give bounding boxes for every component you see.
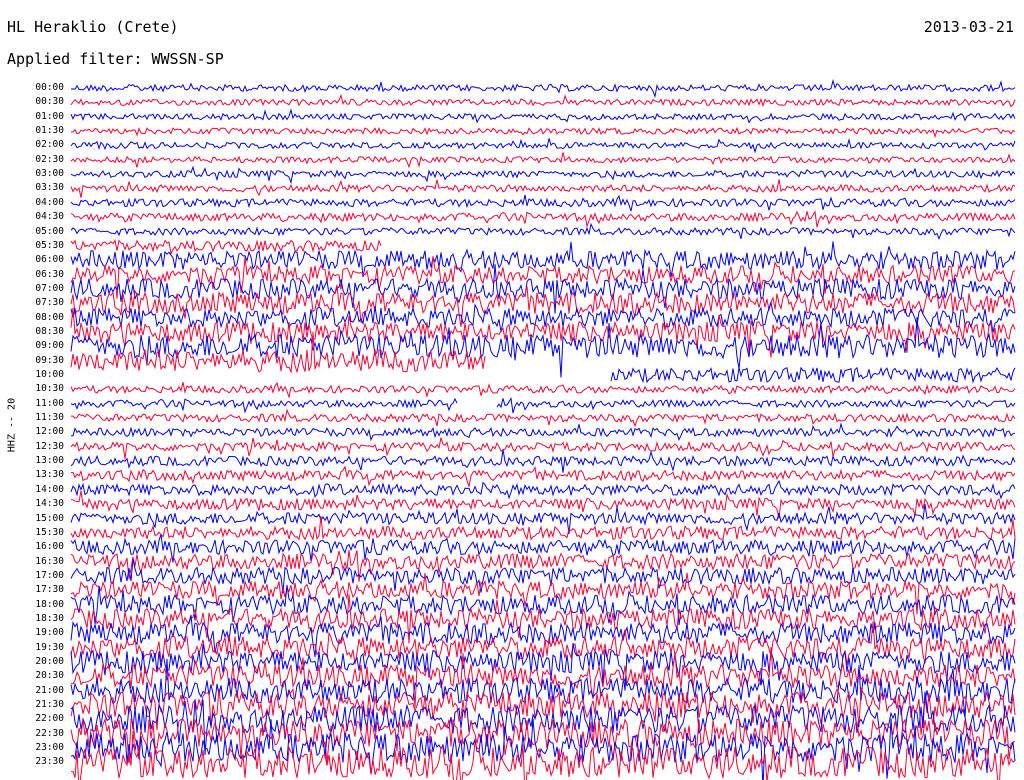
trace-0230 [70, 152, 1016, 169]
trace-0500 [70, 222, 1016, 241]
trace-0000 [70, 78, 1016, 99]
trace-1800 [70, 584, 1016, 626]
trace-0530 [70, 239, 382, 256]
trace-0030 [70, 93, 1016, 108]
trace-1030 [70, 381, 1016, 399]
trace-1330 [71, 465, 1016, 487]
trace-1930 [70, 621, 1016, 665]
trace-1100 [70, 397, 1016, 414]
trace-0100 [70, 108, 1016, 124]
trace-0130 [71, 126, 1016, 139]
trace-0300 [70, 165, 1016, 185]
trace-1500 [70, 503, 1016, 535]
trace-0730 [70, 284, 1016, 327]
trace-0430 [70, 210, 1016, 228]
trace-0330 [70, 179, 1016, 198]
trace-0630 [70, 256, 1016, 299]
trace-2130 [70, 686, 1016, 735]
trace-1300 [70, 449, 1016, 473]
trace-1130 [71, 408, 1016, 428]
trace-1230 [70, 437, 1016, 459]
trace-1400 [70, 479, 1016, 500]
trace-1000 [610, 366, 1016, 384]
trace-0830 [70, 307, 1016, 358]
trace-0200 [70, 137, 1016, 154]
trace-1200 [70, 422, 1016, 442]
trace-2200 [70, 691, 1016, 756]
seismogram-chart [70, 78, 1016, 780]
trace-0400 [70, 194, 1016, 212]
